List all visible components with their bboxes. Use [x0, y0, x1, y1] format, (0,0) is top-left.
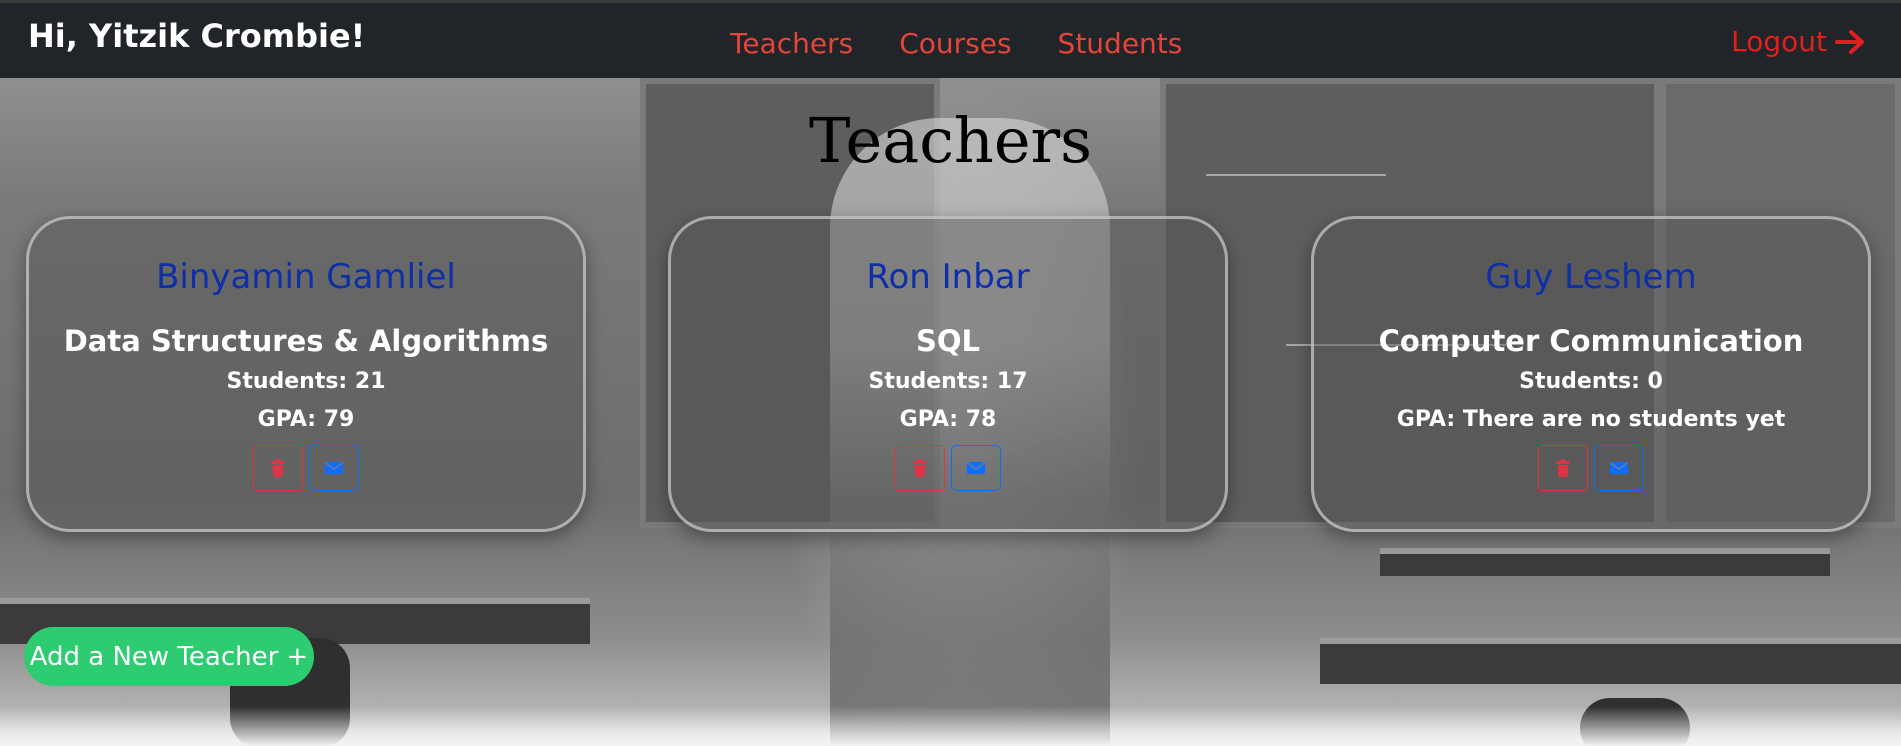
trash-icon: [271, 459, 285, 477]
delete-button[interactable]: [253, 445, 303, 491]
desk: [1380, 548, 1830, 576]
nav-link-students[interactable]: Students: [1058, 27, 1183, 60]
top-navbar: Hi, Yitzik Crombie! Teachers Courses Stu…: [0, 0, 1901, 78]
page-title: Teachers: [809, 104, 1092, 177]
gpa-value: GPA: There are no students yet: [1396, 407, 1786, 432]
course-name: Computer Communication: [1378, 324, 1804, 358]
gpa-value: GPA: 79: [257, 407, 355, 432]
teacher-card: Guy Leshem Computer Communication Studen…: [1311, 216, 1871, 532]
course-name: Data Structures & Algorithms: [63, 324, 549, 358]
logout-label: Logout: [1731, 25, 1827, 58]
teacher-name[interactable]: Ron Inbar: [671, 257, 1225, 297]
trash-icon: [913, 459, 927, 477]
nav-link-courses[interactable]: Courses: [899, 27, 1011, 60]
teacher-card: Binyamin Gamliel Data Structures & Algor…: [26, 216, 586, 532]
gpa-value: GPA: 78: [899, 407, 997, 432]
envelope-icon: [967, 462, 985, 474]
nav-links: Teachers Courses Students: [730, 27, 1182, 60]
students-count: Students: 0: [1519, 369, 1663, 394]
card-actions: [671, 445, 1225, 491]
card-actions: [1314, 445, 1868, 491]
students-count: Students: 17: [868, 369, 1028, 394]
teacher-name[interactable]: Guy Leshem: [1314, 257, 1868, 297]
card-actions: [29, 445, 583, 491]
teacher-card: Ron Inbar SQL Students: 17 GPA: 78: [668, 216, 1228, 532]
greeting-text: Hi, Yitzik Crombie!: [28, 17, 366, 55]
envelope-icon: [1610, 462, 1628, 474]
logout-button[interactable]: Logout: [1731, 25, 1867, 58]
envelope-icon: [325, 462, 343, 474]
students-count: Students: 21: [226, 369, 386, 394]
trash-icon: [1556, 459, 1570, 477]
desk: [1320, 638, 1901, 684]
teacher-name[interactable]: Binyamin Gamliel: [29, 257, 583, 297]
email-button[interactable]: [1594, 445, 1644, 491]
delete-button[interactable]: [1538, 445, 1588, 491]
nav-link-teachers[interactable]: Teachers: [730, 27, 853, 60]
bottom-fade: [0, 706, 1901, 746]
arrow-right-icon: [1835, 29, 1864, 54]
delete-button[interactable]: [895, 445, 945, 491]
add-teacher-button[interactable]: Add a New Teacher +: [24, 627, 314, 686]
email-button[interactable]: [309, 445, 359, 491]
email-button[interactable]: [951, 445, 1001, 491]
course-name: SQL: [915, 324, 981, 358]
